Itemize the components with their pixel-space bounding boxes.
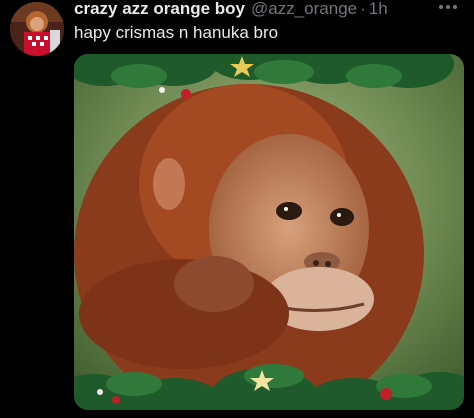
timestamp[interactable]: 1h xyxy=(369,0,388,18)
more-options-button[interactable] xyxy=(436,0,460,14)
tweet-header: crazy azz orange boy @azz_orange · 1h xyxy=(74,0,388,18)
tweet-media-photo[interactable] xyxy=(74,54,464,410)
avatar-image xyxy=(10,2,64,56)
separator-dot: · xyxy=(360,0,366,18)
tweet: crazy azz orange boy @azz_orange · 1h ha… xyxy=(0,0,474,418)
orangutan-christmas-photo xyxy=(74,54,464,410)
more-dots-icon xyxy=(439,5,457,9)
display-name[interactable]: crazy azz orange boy xyxy=(74,0,245,18)
user-handle[interactable]: @azz_orange xyxy=(251,0,357,18)
tweet-text: hapy crismas n hanuka bro xyxy=(74,23,279,42)
avatar[interactable] xyxy=(10,2,64,56)
